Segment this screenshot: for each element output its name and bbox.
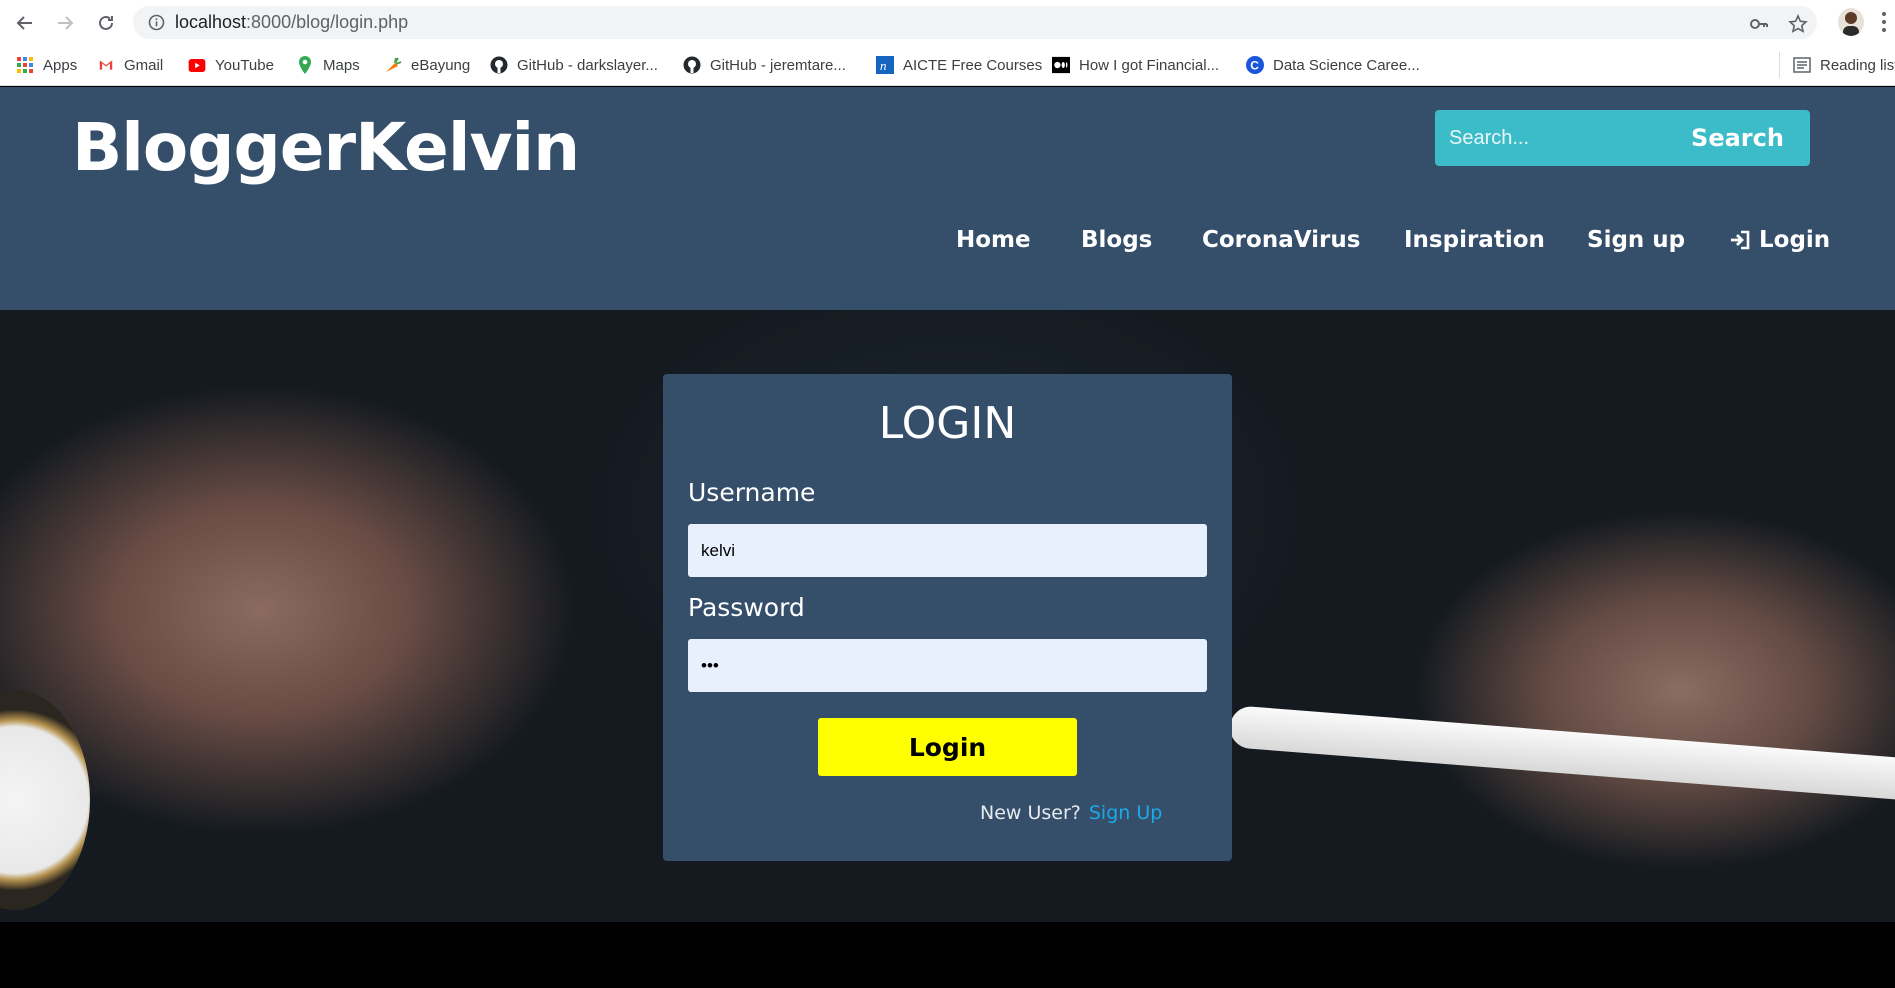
github-icon [490, 56, 508, 74]
site-header: BloggerKelvin Search Home Blogs CoronaVi… [0, 87, 1895, 310]
bookmark-label: eBayung [411, 56, 471, 74]
forward-arrow-icon [58, 16, 74, 30]
login-title: LOGIN [878, 398, 1017, 449]
login-card: LOGIN Username Password Login New User? S… [663, 374, 1232, 861]
reload-button[interactable] [93, 10, 119, 36]
login-button[interactable]: Login [818, 718, 1077, 776]
reading-list[interactable]: Reading list [1793, 53, 1895, 77]
url-host: localhost [175, 12, 247, 32]
bookmark-label: Reading list [1820, 56, 1895, 74]
bookmark-label: YouTube [215, 56, 274, 74]
back-button[interactable] [12, 10, 38, 36]
url-text: localhost:8000/blog/login.php [175, 12, 408, 33]
svg-text:n: n [880, 58, 887, 73]
search-form: Search [1435, 110, 1810, 166]
url-path: :8000/blog/login.php [246, 12, 409, 32]
bookmark-data-science[interactable]: C Data Science Caree... [1246, 53, 1420, 77]
profile-avatar[interactable] [1838, 8, 1864, 36]
address-bar[interactable]: localhost:8000/blog/login.php [133, 6, 1817, 39]
nav-login[interactable]: Login [1729, 227, 1830, 253]
bookmark-medium[interactable]: How I got Financial... [1052, 53, 1219, 77]
username-label: Username [688, 478, 816, 507]
forward-button[interactable] [52, 10, 78, 36]
bookmark-label: Apps [43, 56, 78, 74]
github-icon [683, 56, 701, 74]
bookmark-label: How I got Financial... [1079, 56, 1220, 74]
username-input[interactable] [688, 524, 1207, 577]
browser-toolbar: localhost:8000/blog/login.php [0, 0, 1895, 44]
bookmark-label: Data Science Caree... [1273, 56, 1420, 74]
gmail-icon [97, 56, 115, 74]
search-input[interactable] [1435, 110, 1665, 166]
star-icon[interactable] [1788, 14, 1808, 34]
bookmark-github-2[interactable]: GitHub - jeremtare... [683, 53, 846, 77]
bookmark-apps[interactable]: Apps [16, 53, 77, 77]
bookmarks-bar: Apps Gmail YouTube Maps eBayung GitHub -… [0, 44, 1895, 86]
nav-blogs[interactable]: Blogs [1081, 227, 1152, 253]
info-icon[interactable] [148, 14, 165, 31]
signup-prompt: New User? Sign Up [980, 802, 1162, 824]
bookmark-gmail[interactable]: Gmail [97, 53, 163, 77]
new-user-text: New User? [980, 802, 1081, 824]
nav-home[interactable]: Home [956, 227, 1031, 253]
bookmark-label: Gmail [124, 56, 164, 74]
youtube-icon [188, 56, 206, 74]
svg-text:C: C [1250, 59, 1259, 73]
maps-pin-icon [296, 56, 314, 74]
key-icon[interactable] [1749, 14, 1769, 34]
medium-icon [1052, 56, 1070, 74]
bookmark-label: GitHub - darkslayer... [517, 56, 658, 74]
bookmark-label: AICTE Free Courses [903, 56, 1043, 74]
bookmark-label: GitHub - jeremtare... [710, 56, 846, 74]
signup-link[interactable]: Sign Up [1089, 802, 1162, 824]
bookmark-youtube[interactable]: YouTube [188, 53, 274, 77]
nptel-icon: n [876, 56, 894, 74]
nav-signup[interactable]: Sign up [1587, 227, 1685, 253]
bookmark-ebayung[interactable]: eBayung [384, 53, 470, 77]
back-arrow-icon [16, 16, 32, 30]
bookmark-separator [1779, 52, 1780, 78]
search-button[interactable]: Search [1665, 110, 1810, 166]
apps-grid-icon [16, 56, 34, 74]
reload-icon [99, 15, 113, 30]
nav-coronavirus[interactable]: CoronaVirus [1202, 227, 1360, 253]
bookmark-maps[interactable]: Maps [296, 53, 360, 77]
sign-in-icon [1731, 230, 1750, 250]
bookmark-github-1[interactable]: GitHub - darkslayer... [490, 53, 658, 77]
password-input[interactable] [688, 639, 1207, 692]
nav-inspiration[interactable]: Inspiration [1404, 227, 1545, 253]
c-logo-icon: C [1246, 56, 1264, 74]
site-logo[interactable]: BloggerKelvin [72, 109, 580, 186]
carrot-icon [384, 56, 402, 74]
more-menu-icon[interactable] [1880, 10, 1888, 34]
stylus-pen-illustration [1228, 705, 1895, 802]
nav-login-label: Login [1759, 227, 1831, 253]
wristwatch-illustration [0, 690, 90, 910]
bookmark-label: Maps [323, 56, 360, 74]
password-label: Password [688, 593, 805, 622]
bookmark-aicte[interactable]: n AICTE Free Courses [876, 53, 1042, 77]
reading-list-icon [1793, 56, 1811, 74]
